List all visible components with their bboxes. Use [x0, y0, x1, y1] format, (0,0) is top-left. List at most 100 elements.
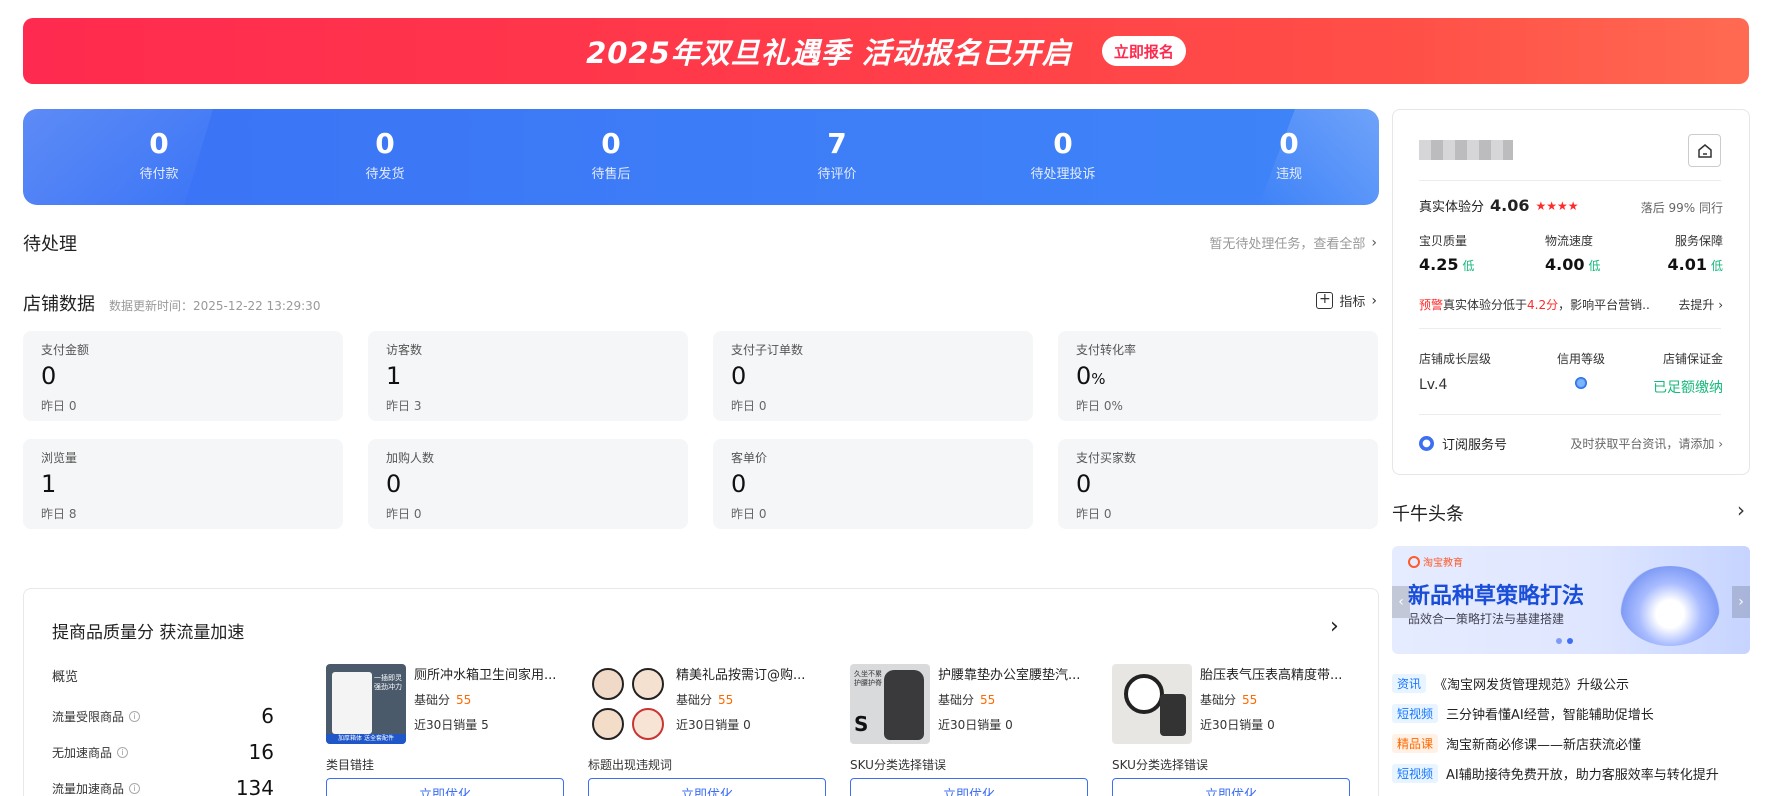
- boosted-products-row[interactable]: 流量加速商品 i 134: [52, 776, 274, 796]
- metric-value: 0: [731, 362, 747, 390]
- metric-avg-order-value[interactable]: 客单价 0 昨日 0: [713, 439, 1033, 529]
- product-sales: 近30日销量 5: [414, 718, 489, 732]
- no-boost-products-row[interactable]: 无加速商品 i 16: [52, 740, 274, 764]
- chevron-right-icon: ›: [1371, 292, 1377, 309]
- product-score: 基础分 55: [414, 693, 472, 707]
- subscribe-service-account[interactable]: ● 订阅服务号: [1419, 434, 1507, 453]
- optimize-button[interactable]: 立即优化: [1112, 778, 1350, 796]
- metric-add-to-cart[interactable]: 加购人数 0 昨日 0: [368, 439, 688, 529]
- metric-value: 0: [41, 362, 57, 390]
- status-complaints[interactable]: 0 待处理投诉: [953, 127, 1173, 182]
- credit-level[interactable]: 信用等级: [1557, 350, 1605, 389]
- status-count: 0: [149, 127, 169, 160]
- feed-item[interactable]: 资讯 《淘宝网发货管理规范》升级公示: [1392, 674, 1629, 693]
- product-thumbnail[interactable]: [588, 664, 668, 744]
- status-violations[interactable]: 0 违规: [1179, 127, 1379, 182]
- product-card: 胎压表气压表高精度带... 基础分 55 近30日销量 0 SKU分类选择错误 立…: [1112, 664, 1352, 796]
- level-label: 信用等级: [1557, 352, 1606, 366]
- quality-title: 提商品质量分 获流量加速: [52, 623, 245, 643]
- product-thumbnail[interactable]: 一插即灵 强劲冲力 加厚箱体 送全套配件: [326, 664, 406, 744]
- feed-item[interactable]: 精品课 淘宝新商必修课——新店获流必懂: [1392, 734, 1641, 753]
- chevron-right-icon: ›: [1718, 298, 1723, 312]
- level-value: 已足额缴纳: [1653, 380, 1723, 396]
- optimize-button[interactable]: 立即优化: [588, 778, 826, 796]
- deposit[interactable]: 店铺保证金 已足额缴纳: [1653, 350, 1723, 397]
- sub-score-level: 低: [1462, 259, 1475, 273]
- carousel-prev-button[interactable]: ‹: [1392, 586, 1410, 618]
- signup-button[interactable]: 立即报名: [1101, 36, 1186, 66]
- metric-conversion-rate[interactable]: 支付转化率 0% 昨日 0%: [1058, 331, 1378, 421]
- sub-score-logistics[interactable]: 物流速度 4.00 低: [1545, 232, 1601, 274]
- product-title[interactable]: 胎压表气压表高精度带...: [1200, 664, 1352, 683]
- status-count: 7: [827, 127, 847, 160]
- chevron-right-icon[interactable]: ›: [1330, 614, 1339, 639]
- feed-tag: 精品课: [1392, 734, 1439, 753]
- headline-banner[interactable]: 淘宝教育 新品种草策略打法 品效合一策略打法与基建搭建 ‹ ›: [1392, 546, 1750, 654]
- metric-sub-orders[interactable]: 支付子订单数 0 昨日 0: [713, 331, 1033, 421]
- metric-pay-amount[interactable]: 支付金额 0 昨日 0: [23, 331, 343, 421]
- todo-view-all-link[interactable]: 暂无待处理任务，查看全部 ›: [1209, 233, 1377, 253]
- edu-logo: 淘宝教育: [1408, 554, 1463, 569]
- product-card: 久坐不累 护腰护脊 S 护腰靠垫办公室腰垫汽... 基础分 55 近30日销量 0…: [850, 664, 1090, 796]
- experience-value: 4.06: [1490, 196, 1530, 215]
- product-sales: 近30日销量 0: [1200, 718, 1275, 732]
- metric-paying-buyers[interactable]: 支付买家数 0 昨日 0: [1058, 439, 1378, 529]
- restricted-products-row[interactable]: 流量受限商品 i 6: [52, 704, 274, 728]
- status-count: 0: [375, 127, 395, 160]
- product-thumbnail[interactable]: [1112, 664, 1192, 744]
- divider: [1419, 180, 1721, 181]
- info-icon: i: [129, 782, 141, 794]
- improve-link[interactable]: 去提升 ›: [1678, 296, 1723, 313]
- experience-score[interactable]: 真实体验分 4.06 ★★★★: [1419, 196, 1579, 215]
- sub-score-label: 服务保障: [1674, 234, 1723, 248]
- product-title[interactable]: 护腰靠垫办公室腰垫汽...: [938, 664, 1090, 683]
- metric-visitors[interactable]: 访客数 1 昨日 3: [368, 331, 688, 421]
- banner-subtitle: 品效合一策略打法与基建搭建: [1408, 612, 1565, 626]
- status-label: 待处理投诉: [1030, 167, 1096, 182]
- sub-score-service[interactable]: 服务保障 4.01 低: [1668, 232, 1724, 274]
- subscribe-link[interactable]: 及时获取平台资讯，请添加 ›: [1570, 435, 1723, 452]
- info-icon: i: [129, 710, 141, 722]
- decor-3d-graphic: [1620, 566, 1720, 646]
- status-pending-shipment[interactable]: 0 待发货: [275, 127, 495, 182]
- feed-item[interactable]: 短视频 三分钟看懂AI经营，智能辅助促增长: [1392, 704, 1654, 723]
- product-thumbnail[interactable]: 久坐不累 护腰护脊 S: [850, 664, 930, 744]
- metric-page-views[interactable]: 浏览量 1 昨日 8: [23, 439, 343, 529]
- chevron-right-icon[interactable]: ›: [1737, 498, 1745, 522]
- row-label: 流量加速商品 i: [52, 780, 141, 796]
- activity-banner[interactable]: 2025年双旦礼遇季 活动报名已开启 立即报名: [23, 18, 1749, 84]
- metric-label: 支付转化率: [1076, 343, 1137, 357]
- row-label: 无加速商品 i: [52, 744, 129, 761]
- status-count: 0: [601, 127, 621, 160]
- optimize-button[interactable]: 立即优化: [850, 778, 1088, 796]
- feed-item[interactable]: 短视频 AI辅助接待免费开放，助力客服效率与转化提升: [1392, 764, 1719, 783]
- status-pending-review[interactable]: 7 待评价: [727, 127, 947, 182]
- row-value: 6: [261, 704, 274, 728]
- chevron-right-icon: ›: [1371, 234, 1377, 251]
- carousel-next-button[interactable]: ›: [1732, 586, 1750, 618]
- indicator-button[interactable]: + 指标 ›: [1316, 291, 1377, 310]
- product-title[interactable]: 厕所冲水箱卫生间家用...: [414, 664, 566, 683]
- metric-yesterday: 昨日 3: [386, 399, 422, 413]
- headlines-title: 千牛头条: [1392, 504, 1464, 525]
- sub-score-quality[interactable]: 宝贝质量 4.25 低: [1419, 232, 1475, 274]
- home-icon[interactable]: [1688, 134, 1721, 167]
- status-pending-payment[interactable]: 0 待付款: [49, 127, 269, 182]
- status-count: 0: [1279, 127, 1299, 160]
- thumb-caption: 加厚箱体 送全套配件: [326, 734, 406, 744]
- sub-score-level: 低: [1710, 259, 1723, 273]
- product-title[interactable]: 精美礼品按需订@购...: [676, 664, 828, 683]
- feed-tag: 短视频: [1392, 764, 1439, 783]
- optimize-button[interactable]: 立即优化: [326, 778, 564, 796]
- status-label: 违规: [1275, 167, 1302, 182]
- feed-tag: 短视频: [1392, 704, 1439, 723]
- indicator-label: 指标: [1339, 295, 1366, 310]
- metric-label: 支付买家数: [1076, 451, 1137, 465]
- status-after-sales[interactable]: 0 待售后: [501, 127, 721, 182]
- banner-title: 2025年双旦礼遇季 活动报名已开启: [586, 36, 1072, 70]
- sub-score-level: 低: [1588, 259, 1601, 273]
- metric-label: 支付子订单数: [731, 343, 804, 357]
- row-value: 16: [248, 740, 274, 764]
- growth-level[interactable]: 店铺成长层级 Lv.4: [1419, 350, 1491, 393]
- metric-yesterday: 昨日 0: [41, 399, 77, 413]
